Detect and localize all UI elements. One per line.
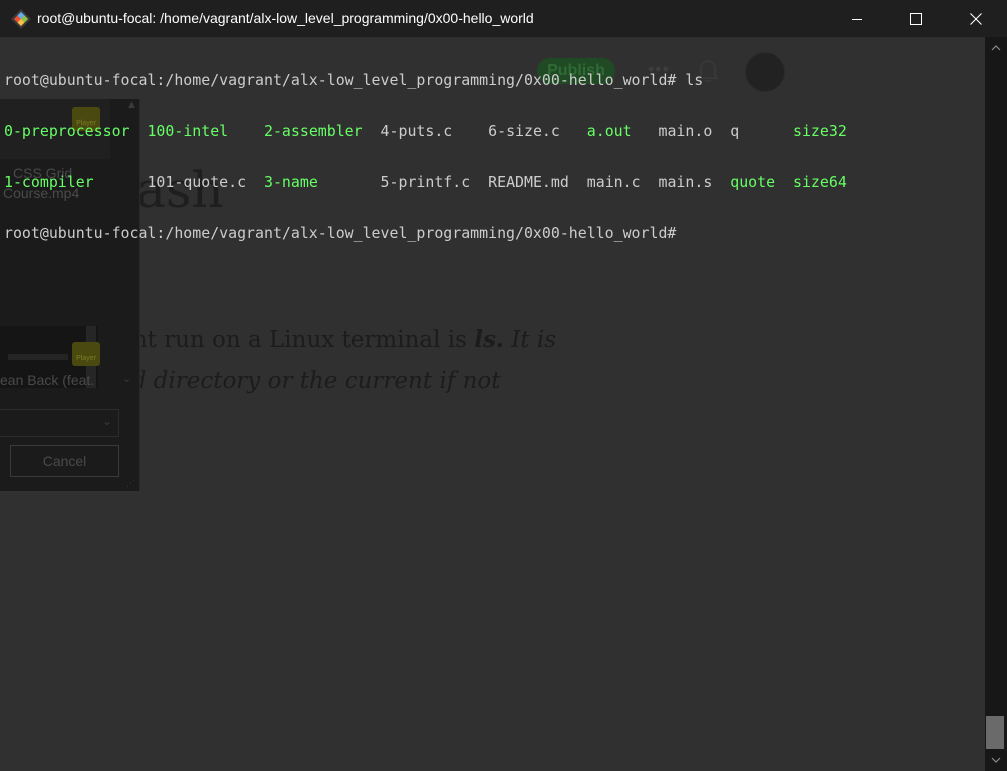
command-line: root@ubuntu-focal:/home/vagrant/alx-low_… — [4, 72, 847, 89]
ghost-thumbnail — [0, 326, 98, 388]
maximize-button[interactable] — [887, 0, 945, 37]
prompt: root@ubuntu-focal:/home/vagrant/alx-low_… — [4, 224, 677, 242]
ghost-player-badge: Player — [72, 342, 100, 366]
ls-entry: README.md — [488, 173, 587, 191]
terminal-body[interactable]: Publish ••• bash ght run on a Linux term… — [0, 37, 985, 771]
ls-entry: 5-printf.c — [380, 173, 489, 191]
ls-entry: main.s — [658, 173, 731, 191]
ls-entry: main.c — [586, 173, 659, 191]
ls-entry: a.out — [586, 122, 659, 140]
ls-entry: quote — [730, 173, 793, 191]
close-icon — [970, 12, 982, 25]
minimize-icon — [852, 18, 862, 20]
ghost-paragraph: ght run on a Linux terminal is ls. It is… — [118, 319, 556, 402]
ls-entry: 101-quote.c — [147, 173, 264, 191]
prompt: root@ubuntu-focal:/home/vagrant/alx-low_… — [4, 71, 677, 89]
ghost-chevron-down-icon: ⌄ — [101, 414, 112, 428]
ls-entry: 4-puts.c — [380, 122, 489, 140]
ghost-para-bold: ls. — [474, 326, 504, 353]
ls-entry: 1-compiler — [4, 173, 148, 191]
chevron-up-icon — [991, 44, 1001, 50]
ls-entry: 100-intel — [147, 122, 264, 140]
ghost-para-line2: ed directory or the current if not — [118, 368, 501, 394]
scrollbar[interactable] — [985, 37, 1007, 771]
scroll-thumb[interactable] — [986, 716, 1004, 749]
ghost-resize-grip-icon: ⋰ — [126, 479, 135, 489]
ls-output-row: 0-preprocessor 100-intel 2-assembler 4-p… — [4, 123, 847, 140]
ls-entry: size32 — [793, 122, 847, 140]
window-title: root@ubuntu-focal: /home/vagrant/alx-low… — [37, 10, 534, 26]
title-bar: root@ubuntu-focal: /home/vagrant/alx-low… — [0, 0, 1007, 37]
maximize-icon — [910, 12, 922, 25]
ghost-para-text: ght run on a Linux terminal is — [118, 327, 475, 353]
ls-entry: size64 — [793, 173, 847, 191]
ls-entry: 6-size.c — [488, 122, 587, 140]
ghost-scroll-track — [86, 326, 96, 388]
command: ls — [676, 71, 704, 89]
scroll-down-button[interactable] — [985, 751, 1007, 768]
ghost-cancel-button: Cancel — [10, 445, 119, 477]
ghost-dropdown: ⌄ — [0, 409, 119, 437]
command-line: root@ubuntu-focal:/home/vagrant/alx-low_… — [4, 225, 847, 242]
terminal-output[interactable]: root@ubuntu-focal:/home/vagrant/alx-low_… — [4, 38, 847, 276]
ghost-caption: ean Back (feat. — [0, 372, 95, 388]
ls-entry: 3-name — [264, 173, 381, 191]
git-bash-diamond-icon — [11, 9, 31, 29]
ghost-para-italic: It is — [503, 327, 557, 353]
close-button[interactable] — [947, 0, 1005, 37]
minimize-button[interactable] — [828, 0, 886, 37]
ls-entry: q — [730, 122, 793, 140]
chevron-down-icon — [991, 757, 1001, 763]
ls-output-row: 1-compiler 101-quote.c 3-name 5-printf.c… — [4, 174, 847, 191]
ls-entry: main.o — [658, 122, 731, 140]
ls-entry: 0-preprocessor — [4, 122, 148, 140]
ls-entry: 2-assembler — [264, 122, 381, 140]
scroll-up-button[interactable] — [985, 39, 1007, 56]
ghost-chevron-down-icon: ⌄ — [122, 372, 132, 385]
